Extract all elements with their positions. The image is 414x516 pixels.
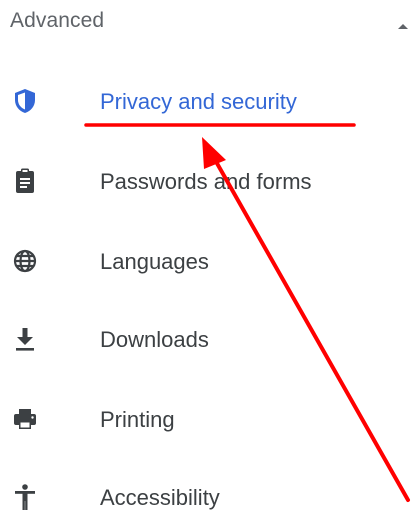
printer-icon — [10, 404, 40, 434]
menu-item-languages[interactable]: Languages — [0, 226, 414, 296]
menu-item-label: Printing — [100, 407, 175, 432]
menu-item-label: Passwords and forms — [100, 169, 312, 194]
menu-item-label: Downloads — [100, 327, 209, 352]
chevron-up-icon[interactable] — [396, 18, 410, 29]
advanced-section-header[interactable]: Advanced — [0, 0, 414, 46]
globe-icon — [10, 246, 40, 276]
accessibility-icon — [10, 482, 40, 512]
menu-item-label: Privacy and security — [100, 89, 297, 114]
menu-item-label: Languages — [100, 249, 209, 274]
menu-item-accessibility[interactable]: Accessibility — [0, 462, 414, 516]
section-title: Advanced — [10, 9, 105, 32]
menu-item-privacy-and-security[interactable]: Privacy and security — [0, 66, 414, 136]
menu-item-printing[interactable]: Printing — [0, 384, 414, 454]
download-icon — [10, 324, 40, 354]
clipboard-icon — [10, 166, 40, 196]
menu-item-label: Accessibility — [100, 485, 220, 510]
menu-item-downloads[interactable]: Downloads — [0, 304, 414, 374]
shield-icon — [10, 86, 40, 116]
menu-item-passwords-and-forms[interactable]: Passwords and forms — [0, 146, 414, 216]
